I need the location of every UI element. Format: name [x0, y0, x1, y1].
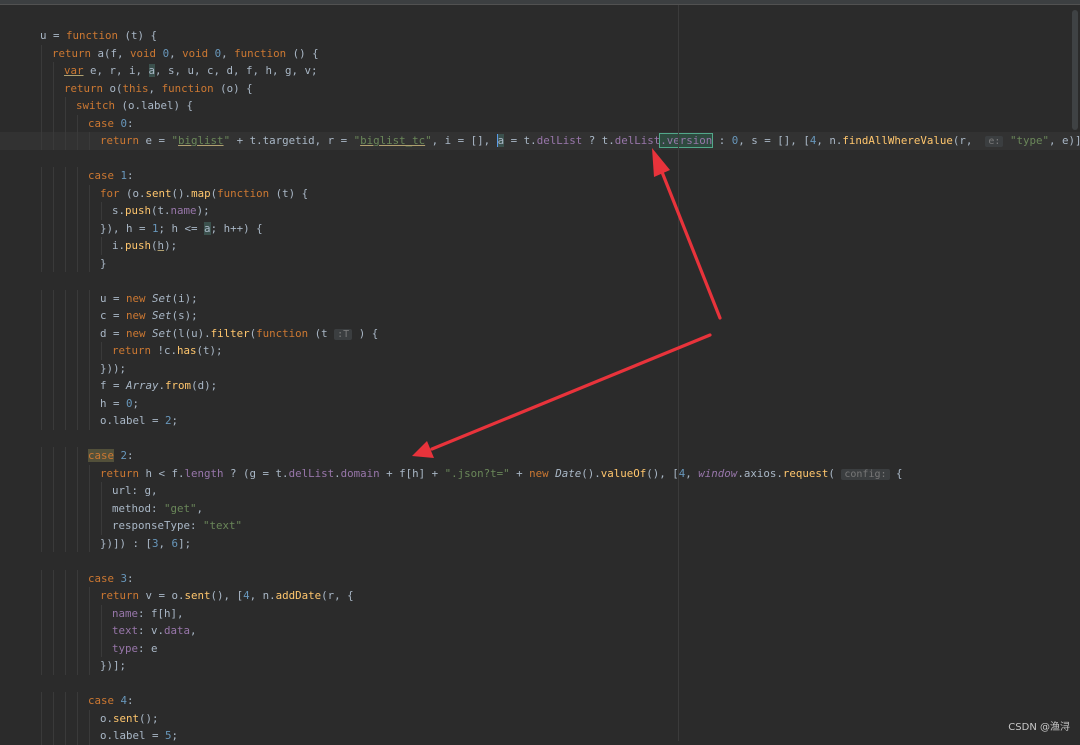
- watermark: CSDN @渔浔: [1008, 722, 1070, 733]
- arrow-to-version: [652, 148, 722, 320]
- arrow-to-domain: [412, 333, 712, 458]
- annotation-arrows: [412, 148, 722, 458]
